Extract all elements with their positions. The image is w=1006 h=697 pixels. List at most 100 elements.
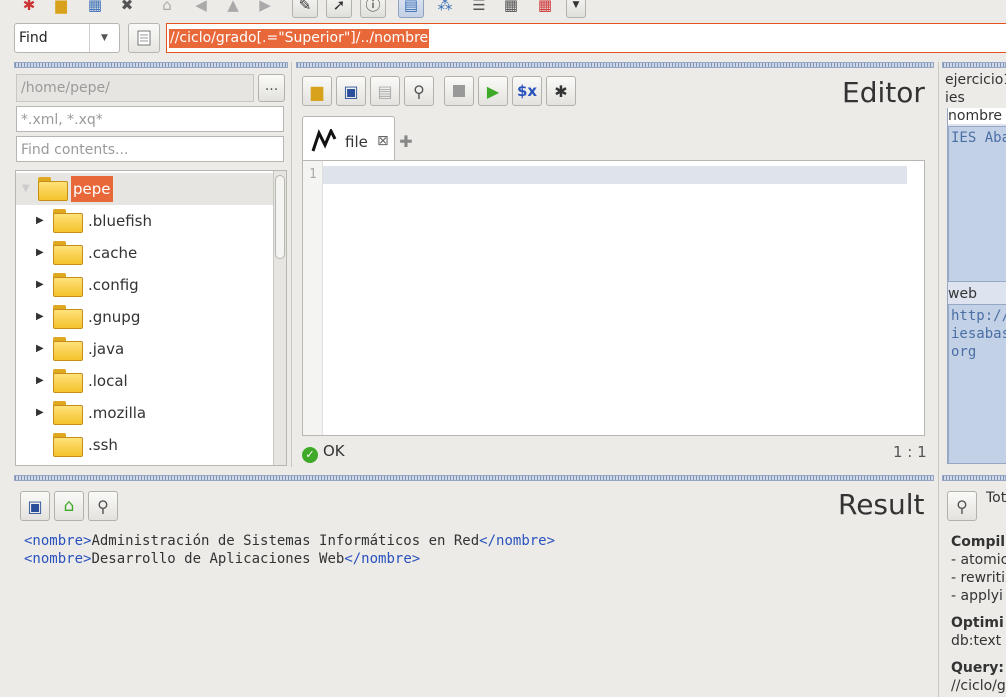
- variables-button[interactable]: $x: [512, 76, 542, 106]
- tree-item[interactable]: ▶ .config: [16, 269, 274, 301]
- grid-icon[interactable]: ▦: [498, 0, 524, 18]
- optimized-value: db:text: [951, 633, 1002, 649]
- history-button[interactable]: [128, 23, 160, 53]
- folder-icon: [53, 241, 83, 265]
- home-icon[interactable]: ⌂: [154, 0, 180, 18]
- folder-icon: [53, 337, 83, 361]
- collapsed-icon[interactable]: ▶: [36, 375, 44, 386]
- tree-item[interactable]: ▶ .cache: [16, 237, 274, 269]
- add-tab-icon[interactable]: ✚: [398, 134, 414, 150]
- save-result-button[interactable]: ▣: [20, 491, 50, 521]
- tree-item[interactable]: ▶ .local: [16, 365, 274, 397]
- status-text: OK: [323, 442, 345, 460]
- field-value-text: IES Abas: [951, 130, 1006, 146]
- document-icon: [137, 30, 151, 46]
- run-button[interactable]: ▶: [478, 76, 508, 106]
- info-panel-header[interactable]: [942, 62, 1006, 68]
- find-result-button[interactable]: ⚲: [88, 491, 118, 521]
- find-info-button[interactable]: ⚲: [947, 491, 977, 521]
- document-icon: ▤: [377, 81, 393, 101]
- filter-input[interactable]: *.xml, *.xq*: [16, 106, 284, 132]
- edit-icon[interactable]: ✎: [292, 0, 318, 18]
- query-label: Query:: [951, 660, 1004, 676]
- home-button[interactable]: ⌂: [54, 491, 84, 521]
- folder-icon: [53, 401, 83, 425]
- save-button[interactable]: ▣: [336, 76, 366, 106]
- expanded-icon[interactable]: ▼: [22, 183, 30, 194]
- scrollbar-thumb[interactable]: [275, 175, 285, 259]
- back-icon[interactable]: ◀: [188, 0, 214, 18]
- tree-item[interactable]: ▶ .mozilla: [16, 397, 274, 429]
- editor-header[interactable]: [296, 62, 934, 68]
- result-line: <nombre>Administración de Sistemas Infor…: [24, 533, 556, 549]
- debug-button[interactable]: ✱: [546, 76, 576, 106]
- tree-item-root[interactable]: ▼ pepe: [16, 173, 274, 205]
- format-button[interactable]: ▤: [370, 76, 400, 106]
- find-button[interactable]: ⚲: [404, 76, 434, 106]
- result-header[interactable]: [14, 475, 934, 481]
- field-label-web: web: [948, 286, 977, 302]
- code-editor[interactable]: 1: [302, 160, 925, 436]
- dropdown-icon[interactable]: ▼: [566, 0, 586, 18]
- forward-icon[interactable]: ▶: [252, 0, 278, 18]
- field-value-nombre[interactable]: IES Abas: [948, 126, 1006, 282]
- browse-button[interactable]: ...: [258, 74, 285, 102]
- compiling-item: - rewriti: [951, 570, 1006, 586]
- tree-map-icon[interactable]: ⁂: [432, 0, 458, 18]
- info-total: Tot: [986, 490, 1006, 506]
- collapsed-icon[interactable]: ▶: [36, 311, 44, 322]
- info-section: Compil - atomic - rewriti - applyi: [951, 533, 1006, 605]
- tree-item-label: .mozilla: [88, 404, 147, 422]
- info-icon[interactable]: ⓘ: [360, 0, 386, 18]
- close-icon[interactable]: ✖: [114, 0, 140, 18]
- list-tree-icon[interactable]: ☰: [466, 0, 492, 18]
- collapsed-icon[interactable]: ▶: [36, 215, 44, 226]
- field-value-web[interactable]: http:// iesabas org: [948, 304, 1006, 464]
- chevron-down-icon[interactable]: ▼: [89, 24, 119, 52]
- pointer-icon[interactable]: ➚: [326, 0, 352, 18]
- home-icon: ⌂: [63, 496, 75, 516]
- collapsed-icon[interactable]: ▶: [36, 343, 44, 354]
- query-info-header[interactable]: [942, 475, 1006, 481]
- collapsed-icon[interactable]: ▶: [36, 247, 44, 258]
- folder-open-icon: [38, 177, 68, 201]
- stop-button[interactable]: [444, 76, 474, 106]
- query-input[interactable]: //ciclo/grado[.="Superior"]/../nombre: [166, 23, 1006, 53]
- result-line: <nombre>Desarrollo de Aplicaciones Web</…: [24, 551, 421, 567]
- tree-item[interactable]: ▶ .gnupg: [16, 301, 274, 333]
- collapsed-icon[interactable]: ▶: [36, 279, 44, 290]
- divider[interactable]: [938, 62, 939, 697]
- open-button[interactable]: ▆: [302, 76, 332, 106]
- folder-icon: [53, 369, 83, 393]
- compiling-item: - atomic: [951, 552, 1006, 568]
- up-icon[interactable]: ▲: [220, 0, 246, 18]
- table-icon[interactable]: ▦: [82, 0, 108, 18]
- close-tab-icon[interactable]: ⊠: [377, 133, 389, 149]
- divider[interactable]: [291, 62, 292, 467]
- compiling-label: Compil: [951, 534, 1006, 550]
- collapsed-icon[interactable]: ▶: [36, 407, 44, 418]
- line-number: 1: [309, 167, 317, 182]
- field-value-text: org: [951, 344, 977, 360]
- path-input[interactable]: /home/pepe/: [16, 74, 254, 102]
- tree-item[interactable]: ▶ .bluefish: [16, 205, 274, 237]
- magnifier-icon: ⚲: [956, 496, 968, 516]
- open-folder-icon[interactable]: ▆: [48, 0, 74, 18]
- variable-icon: $x: [516, 82, 538, 100]
- current-line-highlight: [323, 166, 907, 184]
- tree-item-label: .gnupg: [88, 308, 141, 326]
- tree-scrollbar[interactable]: [273, 171, 286, 465]
- find-contents-input[interactable]: Find contents...: [16, 136, 284, 162]
- table-grid-icon[interactable]: ▦: [532, 0, 558, 18]
- new-file-icon[interactable]: ✱: [16, 0, 42, 18]
- info-section: Optimi db:text: [951, 614, 1004, 650]
- tree-item[interactable]: .ssh: [16, 429, 274, 461]
- mode-select[interactable]: Find ▼: [14, 23, 120, 53]
- tab-file[interactable]: file ⊠: [302, 116, 395, 160]
- file-browser-header[interactable]: [14, 62, 288, 68]
- main-toolbar: ✱ ▆ ▦ ✖ ⌂ ◀ ▲ ▶ ✎ ➚ ⓘ ▤ ⁂ ☰ ▦ ▦ ▼: [0, 0, 1006, 22]
- tree-item-label: .ssh: [88, 436, 118, 454]
- open-folder-icon: ▆: [310, 81, 324, 101]
- tree-item[interactable]: ▶ .java: [16, 333, 274, 365]
- layout-icon[interactable]: ▤: [398, 0, 424, 18]
